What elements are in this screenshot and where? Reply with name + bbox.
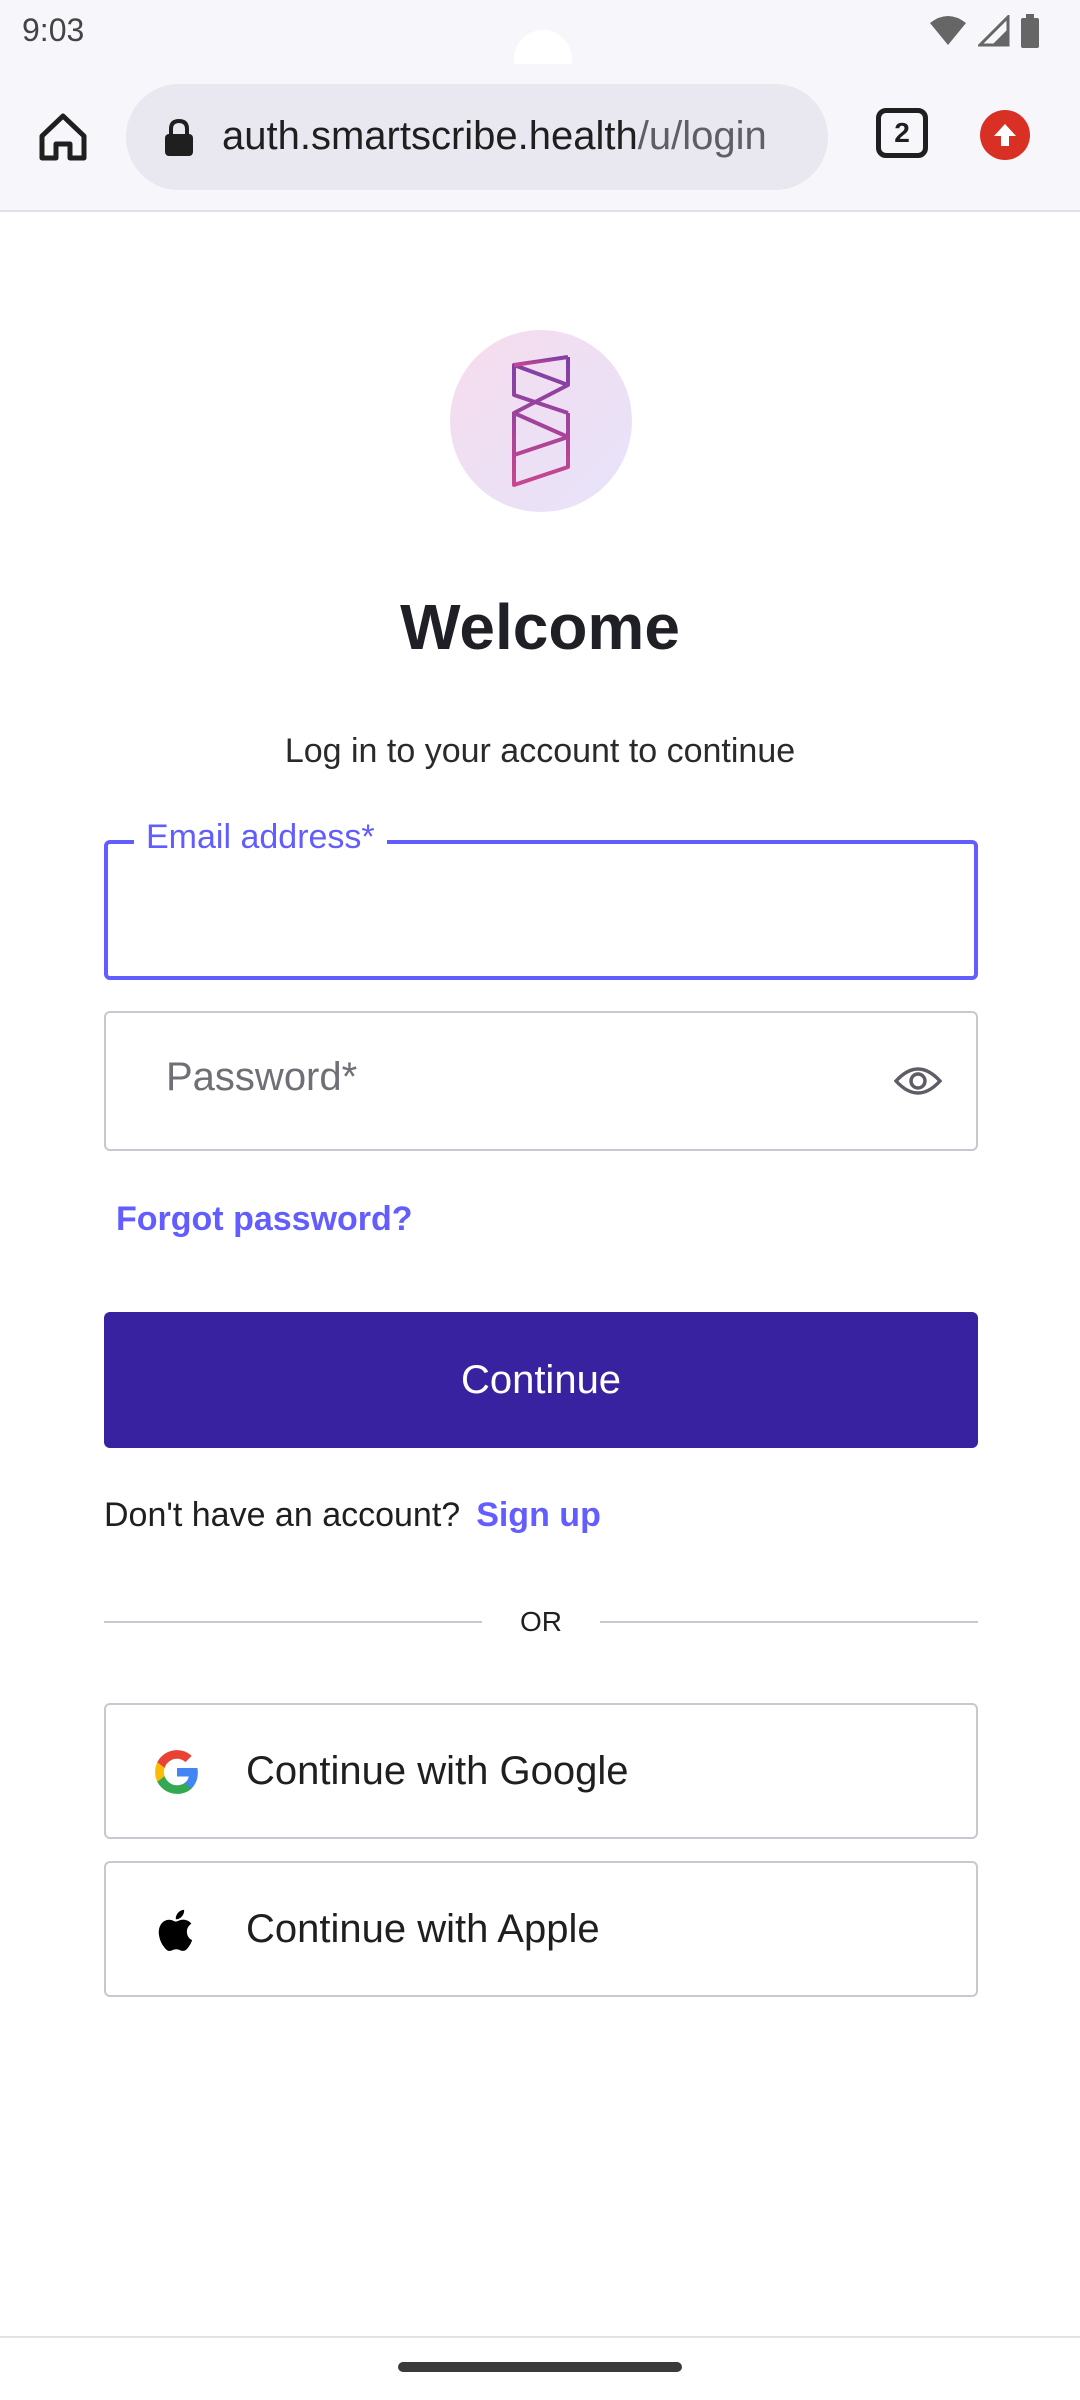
- page-subtitle: Log in to your account to continue: [284, 732, 796, 770]
- password-placeholder: Password*: [166, 1055, 358, 1099]
- status-icons: [928, 14, 1040, 48]
- email-field-label: Email address*: [134, 818, 387, 857]
- no-account-text: Don't have an account?: [104, 1496, 461, 1534]
- gesture-navigation-bar[interactable]: [398, 2362, 682, 2372]
- apple-icon: [158, 1909, 193, 1951]
- nav-divider: [0, 2336, 1080, 2338]
- browser-toolbar: auth.smartscribe.health/u/login 2: [0, 64, 1080, 212]
- wifi-icon: [930, 16, 966, 45]
- url-text: auth.smartscribe.health/u/login: [222, 114, 767, 159]
- signal-icon: [978, 15, 1010, 47]
- lock-icon: [165, 118, 193, 156]
- smartscribe-logo-icon: [512, 355, 570, 487]
- page-title: Welcome: [400, 591, 680, 663]
- home-icon: [39, 113, 87, 161]
- url-host: auth.smartscribe.health: [222, 114, 638, 158]
- password-field[interactable]: Password*: [104, 1011, 978, 1151]
- continue-with-google-button[interactable]: Continue with Google: [104, 1703, 978, 1839]
- app-logo: [450, 330, 632, 512]
- update-button[interactable]: [980, 110, 1030, 160]
- status-time: 9:03: [22, 12, 85, 48]
- continue-button-label: Continue: [460, 1357, 622, 1402]
- google-icon: [155, 1750, 198, 1794]
- apple-button-label: Continue with Apple: [246, 1907, 600, 1951]
- update-icon: [994, 124, 1016, 146]
- url-path: /u/login: [637, 114, 767, 158]
- eye-icon[interactable]: [894, 1061, 942, 1101]
- email-field[interactable]: Email address*: [104, 818, 978, 980]
- signup-prompt: Don't have an account? Sign up: [104, 1496, 601, 1535]
- url-bar[interactable]: auth.smartscribe.health/u/login: [126, 84, 828, 190]
- continue-button[interactable]: Continue: [104, 1312, 978, 1448]
- forgot-password-link[interactable]: Forgot password?: [116, 1200, 413, 1239]
- divider-line-right: [600, 1621, 978, 1623]
- or-divider: OR: [104, 1604, 978, 1640]
- battery-icon: [1021, 14, 1039, 48]
- signup-link[interactable]: Sign up: [476, 1496, 601, 1534]
- continue-with-apple-button[interactable]: Continue with Apple: [104, 1861, 978, 1997]
- tab-count: 2: [894, 117, 910, 148]
- tabs-button[interactable]: 2: [876, 108, 928, 158]
- google-button-label: Continue with Google: [246, 1749, 629, 1793]
- home-button[interactable]: [30, 104, 96, 170]
